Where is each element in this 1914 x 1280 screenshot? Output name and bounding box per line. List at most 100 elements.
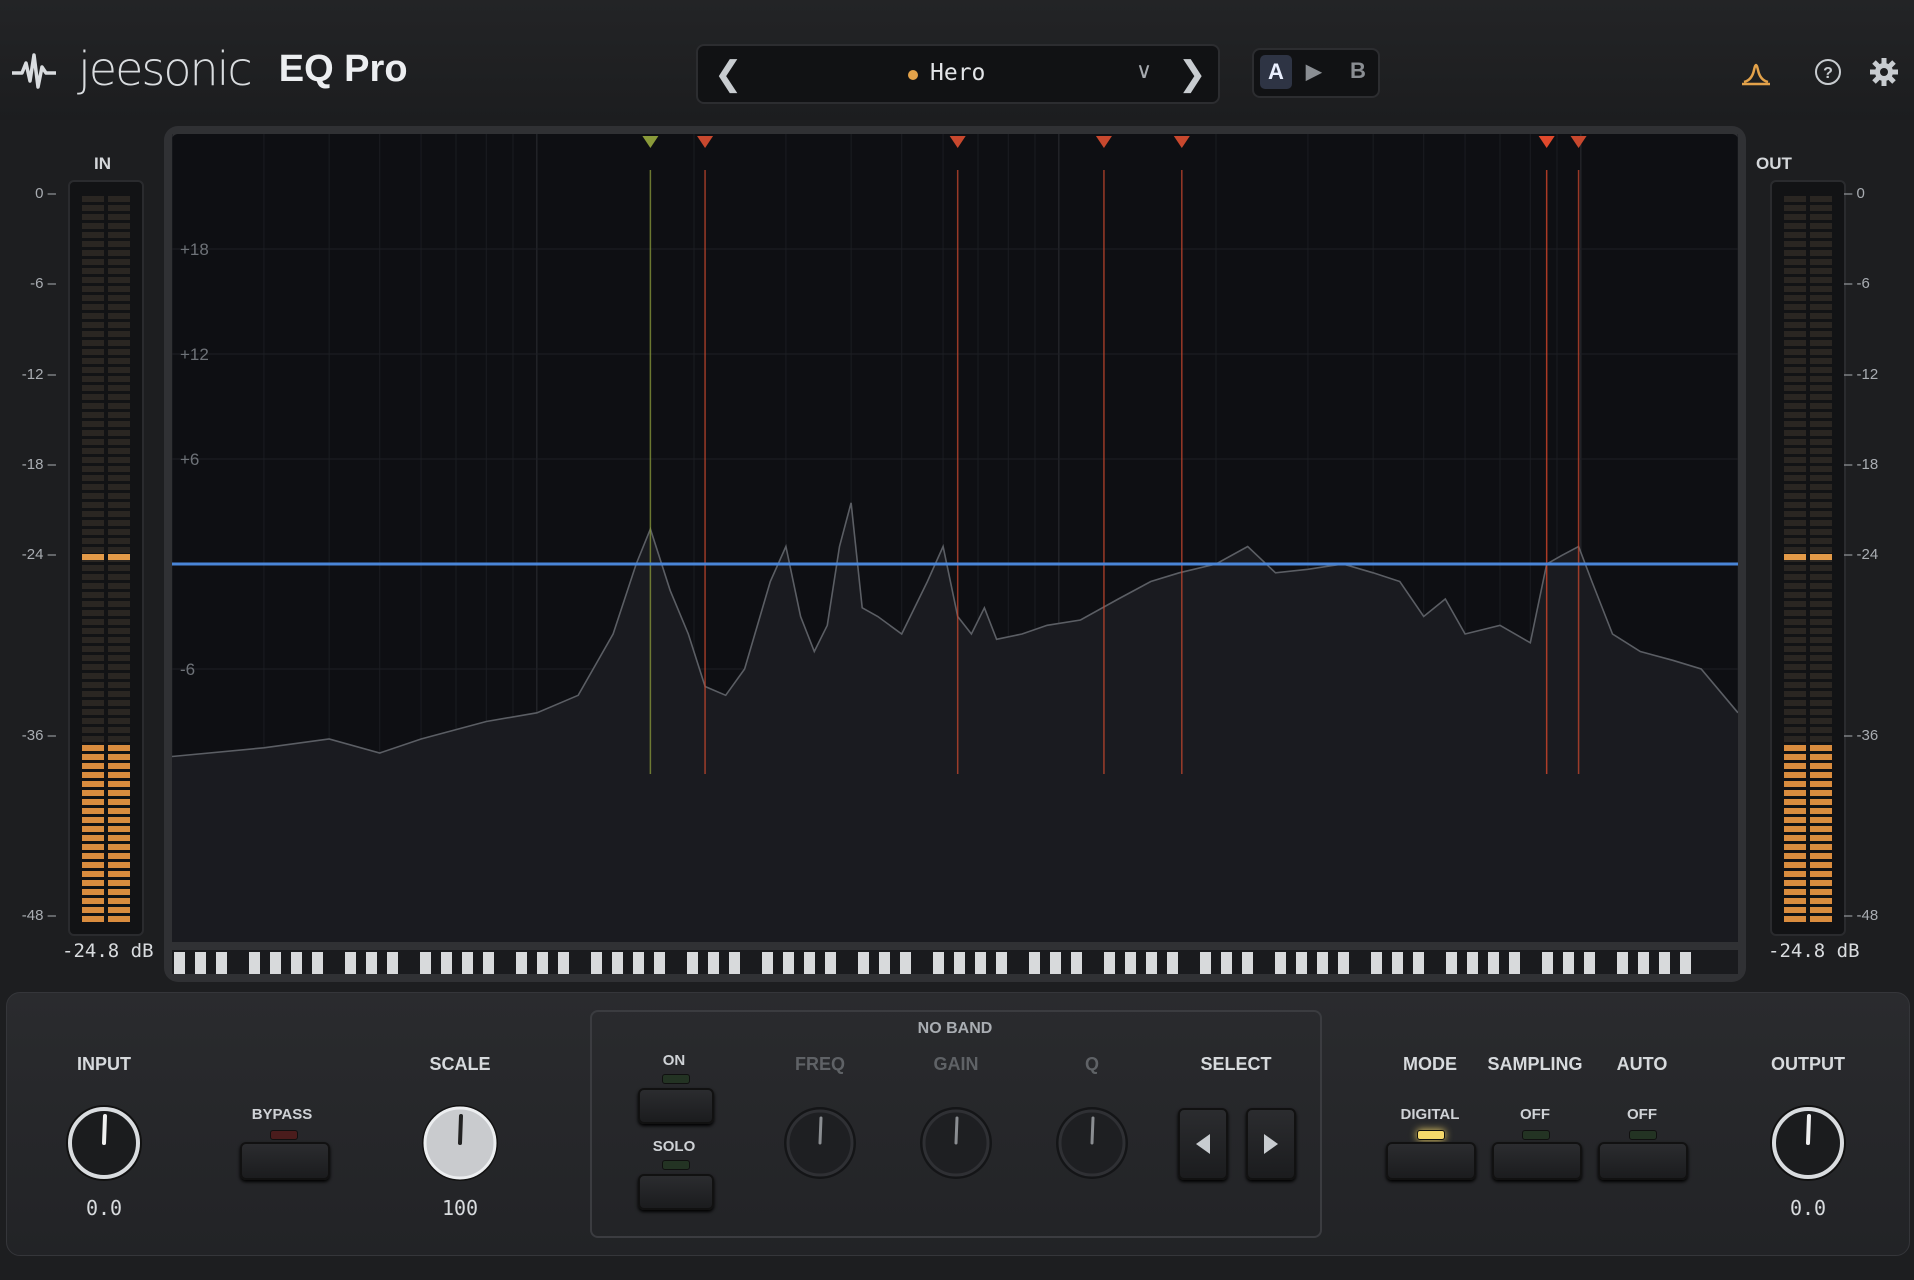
meter-segment [108, 313, 130, 319]
meter-segment [108, 736, 130, 742]
meter-segment [1784, 376, 1806, 382]
meter-segment [1810, 376, 1832, 382]
bypass-label: BYPASS [251, 1106, 313, 1123]
meter-segment [1784, 844, 1806, 850]
meter-scale-label: -12 – [21, 365, 56, 383]
select-prev-button[interactable] [1178, 1108, 1228, 1180]
preset-name[interactable]: Hero [930, 60, 985, 86]
meter-segment [1784, 763, 1806, 769]
meter-segment [82, 331, 104, 337]
meter-segment [108, 367, 130, 373]
chevron-left-icon[interactable]: ❮ [714, 54, 743, 94]
meter-segment [82, 511, 104, 517]
spectrum-analyzer-icon[interactable] [1740, 56, 1772, 88]
eq-graph[interactable]: +18+12+6-6-12-181001k10k [172, 134, 1738, 974]
sampling-button[interactable] [1492, 1142, 1582, 1180]
meter-segment [1784, 916, 1806, 922]
meter-segment [82, 430, 104, 436]
meter-segment [1810, 502, 1832, 508]
gear-icon[interactable] [1868, 56, 1900, 88]
piano-key [1680, 952, 1691, 974]
help-icon[interactable]: ? [1812, 56, 1844, 88]
meter-segment [1810, 511, 1832, 517]
meter-segment [1810, 439, 1832, 445]
play-icon[interactable]: ▶ [1306, 59, 1321, 84]
b-button[interactable]: B [1350, 58, 1366, 84]
meter-segment [1784, 664, 1806, 670]
meter-segment [108, 439, 130, 445]
scale-knob[interactable] [400, 1098, 520, 1188]
meter-segment [1810, 457, 1832, 463]
input-value: 0.0 [85, 1196, 123, 1220]
meter-segment [82, 907, 104, 913]
meter-segment [1784, 250, 1806, 256]
meter-segment [108, 601, 130, 607]
meter-segment [82, 295, 104, 301]
ab-compare: A ▶ B [1252, 48, 1380, 98]
mode-button[interactable] [1386, 1142, 1476, 1180]
meter-segment [82, 583, 104, 589]
preset-selector[interactable]: ❮ Hero ∨ ❯ [696, 44, 1220, 104]
meter-segment [1784, 295, 1806, 301]
meter-segment [108, 718, 130, 724]
waveform-logo-icon [12, 53, 56, 89]
input-knob[interactable] [44, 1098, 164, 1188]
q-knob[interactable] [1032, 1098, 1152, 1188]
meter-segment [82, 448, 104, 454]
meter-segment [108, 619, 130, 625]
meter-segment [1810, 232, 1832, 238]
chevron-right-icon[interactable]: ❯ [1178, 54, 1207, 94]
freq-knob[interactable] [760, 1098, 880, 1188]
bypass-button[interactable] [240, 1142, 330, 1180]
piano-key [558, 952, 569, 974]
a-button[interactable]: A [1260, 55, 1292, 89]
meter-segment [82, 268, 104, 274]
meter-segment [1810, 259, 1832, 265]
gain-knob[interactable] [896, 1098, 1016, 1188]
meter-segment [1810, 871, 1832, 877]
piano-key [249, 952, 260, 974]
meter-segment [1784, 322, 1806, 328]
meter-segment [82, 223, 104, 229]
meter-segment [82, 682, 104, 688]
select-next-button[interactable] [1246, 1108, 1296, 1180]
piano-key [1125, 952, 1136, 974]
band-on-button[interactable] [638, 1088, 714, 1124]
meter-segment [1810, 745, 1832, 751]
mode-led [1417, 1130, 1445, 1140]
piano-key [1317, 952, 1328, 974]
meter-segment [1784, 673, 1806, 679]
piano-key [1071, 952, 1082, 974]
meter-segment [108, 871, 130, 877]
meter-segment [82, 808, 104, 814]
preset-modified-dot [908, 70, 918, 80]
piano-key [366, 952, 377, 974]
meter-segment [82, 502, 104, 508]
meter-segment [1784, 907, 1806, 913]
meter-segment [1810, 907, 1832, 913]
meter-segment [82, 439, 104, 445]
bypass-led [270, 1130, 298, 1140]
auto-state: OFF [1627, 1106, 1657, 1123]
meter-segment [108, 376, 130, 382]
meter-segment [82, 628, 104, 634]
meter-segment [1784, 736, 1806, 742]
meter-segment [1784, 511, 1806, 517]
piano-key [420, 952, 431, 974]
output-knob[interactable] [1748, 1098, 1868, 1188]
meter-segment [82, 493, 104, 499]
meter-segment [108, 547, 130, 553]
output-level-readout: -24.8 dB [1768, 940, 1860, 962]
chevron-down-icon[interactable]: ∨ [1136, 58, 1152, 84]
input-level-readout: -24.8 dB [62, 940, 154, 962]
meter-segment [82, 916, 104, 922]
meter-segment [108, 250, 130, 256]
out-meter-title: OUT [1756, 154, 1792, 173]
band-solo-button[interactable] [638, 1174, 714, 1210]
piano-key [1446, 952, 1457, 974]
meter-scale-label: -24 – [21, 546, 56, 563]
gain-label: GAIN [933, 1054, 979, 1074]
auto-button[interactable] [1598, 1142, 1688, 1180]
meter-segment [82, 889, 104, 895]
meter-segment [1784, 817, 1806, 823]
